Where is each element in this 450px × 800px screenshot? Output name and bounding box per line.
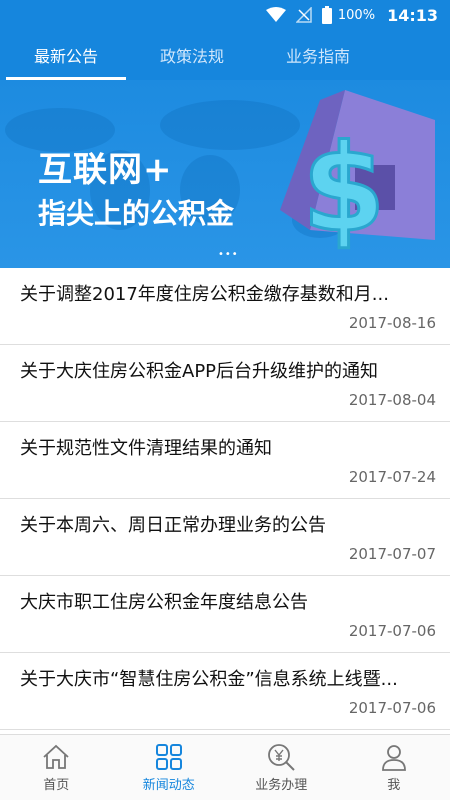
list-item[interactable]: 关于调整2017年度住房公积金缴存基数和月... 2017-08-16 bbox=[0, 268, 450, 345]
battery-percent: 100% bbox=[337, 7, 376, 23]
tab-label: 业务指南 bbox=[285, 47, 350, 66]
news-title: 关于大庆住房公积金APP后台升级维护的通知 bbox=[20, 361, 379, 382]
news-title: 关于大庆市“智慧住房公积金”信息系统上线暨... bbox=[20, 669, 398, 690]
list-item[interactable]: 关于规范性文件清理结果的通知 2017-07-24 bbox=[0, 422, 450, 499]
nav-label: 新闻动态 bbox=[142, 778, 195, 793]
banner-subheadline: 指尖上的公积金 bbox=[38, 197, 235, 230]
news-date: 2017-07-06 bbox=[348, 699, 436, 717]
wifi-icon bbox=[265, 7, 286, 23]
home-icon bbox=[42, 742, 70, 772]
status-bar: 100% 14:13 bbox=[0, 0, 450, 30]
list-item[interactable]: 大庆市职工住房公积金年度结息公告 2017-07-06 bbox=[0, 576, 450, 653]
news-date: 2017-07-06 bbox=[348, 622, 436, 640]
nav-home[interactable]: 首页 bbox=[0, 735, 113, 800]
carousel-indicator: ••• bbox=[218, 249, 239, 260]
tab-business-guide[interactable]: 业务指南 bbox=[258, 30, 378, 80]
news-date: 2017-08-04 bbox=[348, 391, 436, 409]
svg-text:$: $ bbox=[302, 120, 386, 259]
tab-label: 最新公告 bbox=[33, 47, 98, 66]
news-date: 2017-07-24 bbox=[348, 468, 436, 486]
nav-label: 首页 bbox=[43, 778, 70, 793]
battery-icon bbox=[321, 6, 332, 24]
list-item[interactable]: 关于大庆住房公积金APP后台升级维护的通知 2017-08-04 bbox=[0, 345, 450, 422]
tab-policies[interactable]: 政策法规 bbox=[132, 30, 252, 80]
news-grid-icon bbox=[155, 742, 183, 772]
user-icon bbox=[380, 742, 408, 772]
nav-label: 业务办理 bbox=[255, 778, 308, 793]
nav-label: 我 bbox=[387, 778, 401, 793]
nav-me[interactable]: 我 bbox=[338, 735, 450, 800]
clock: 14:13 bbox=[387, 5, 438, 25]
yen-search-icon bbox=[266, 742, 296, 772]
news-title: 关于本周六、周日正常办理业务的公告 bbox=[20, 515, 326, 536]
news-date: 2017-08-16 bbox=[348, 314, 436, 332]
banner-headline: 互联网+ bbox=[38, 150, 173, 190]
bottom-nav: 首页 新闻动态 业务办理 我 bbox=[0, 734, 450, 800]
news-title: 大庆市职工住房公积金年度结息公告 bbox=[20, 592, 308, 613]
no-signal-icon bbox=[295, 7, 312, 23]
news-list: 关于调整2017年度住房公积金缴存基数和月... 2017-08-16 关于大庆… bbox=[0, 268, 450, 730]
house-dollar-graphic: $ bbox=[280, 90, 435, 261]
tab-latest-notices[interactable]: 最新公告 bbox=[6, 30, 126, 80]
news-title: 关于调整2017年度住房公积金缴存基数和月... bbox=[20, 284, 389, 305]
list-item[interactable]: 关于大庆市“智慧住房公积金”信息系统上线暨... 2017-07-06 bbox=[0, 653, 450, 730]
news-title: 关于规范性文件清理结果的通知 bbox=[20, 438, 272, 459]
nav-business[interactable]: 业务办理 bbox=[225, 735, 338, 800]
news-date: 2017-07-07 bbox=[348, 545, 436, 563]
list-item[interactable]: 关于本周六、周日正常办理业务的公告 2017-07-07 bbox=[0, 499, 450, 576]
tab-bar: 最新公告 政策法规 业务指南 bbox=[0, 30, 450, 80]
nav-news[interactable]: 新闻动态 bbox=[113, 735, 226, 800]
promo-banner[interactable]: $ 互联网+ 指尖上的公积金 ••• bbox=[0, 80, 450, 268]
tab-label: 政策法规 bbox=[159, 47, 224, 66]
